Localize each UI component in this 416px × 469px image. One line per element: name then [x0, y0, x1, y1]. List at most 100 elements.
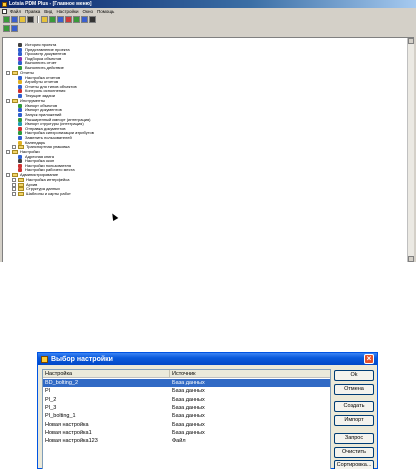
window-icon[interactable] — [81, 16, 88, 23]
menu-settings[interactable]: Настройки — [56, 9, 78, 14]
app-icon — [2, 1, 7, 7]
scroll-up-arrow-icon[interactable] — [408, 38, 414, 44]
menu-item-icon — [18, 131, 22, 136]
expand-toggle-icon[interactable] — [12, 187, 16, 192]
cancel-button[interactable]: Отмена — [334, 384, 374, 395]
import-button[interactable]: Импорт — [334, 415, 374, 426]
tree-folder[interactable]: Настройка интерфейса — [12, 177, 69, 183]
menu-item-icon — [18, 61, 22, 66]
folder-icon — [18, 178, 24, 183]
folder-icon — [12, 99, 18, 104]
main-toolbar — [1, 15, 97, 24]
menu-item-icon — [18, 43, 22, 48]
refresh-icon[interactable] — [73, 16, 80, 23]
table-row[interactable]: PI База данных — [43, 387, 330, 395]
folder-icon[interactable] — [19, 16, 26, 23]
menu-window[interactable]: Окно — [83, 9, 93, 14]
secondary-toolbar — [1, 24, 19, 33]
scroll-down-arrow-icon[interactable] — [408, 256, 414, 262]
select-settings-dialog: Выбор настройки × Настройка Источник BD_… — [37, 352, 378, 469]
expand-toggle-icon[interactable] — [6, 99, 10, 104]
expand-toggle-icon[interactable] — [6, 173, 10, 178]
dialog-title: Выбор настройки — [51, 355, 113, 363]
open-folder-icon[interactable] — [41, 16, 48, 23]
menu-file[interactable]: Файл — [10, 9, 21, 14]
clear-button[interactable]: Очистить — [334, 447, 374, 458]
source-cell: База данных — [172, 429, 205, 436]
source-cell: Файл — [172, 438, 186, 445]
new-object-icon[interactable] — [3, 16, 10, 23]
folder-icon — [18, 187, 24, 192]
window-title: Lotsia PDM Plus - [Главное меню] — [9, 1, 92, 7]
dialog-app-icon — [41, 355, 48, 363]
main-window: Lotsia PDM Plus - [Главное меню] Файл Пр… — [0, 0, 416, 262]
vertical-scrollbar[interactable] — [407, 38, 414, 262]
expand-toggle-icon[interactable] — [12, 145, 16, 150]
title-bar: Lotsia PDM Plus - [Главное меню] — [0, 0, 416, 8]
table-row[interactable]: Новая настройка База данных — [43, 421, 330, 429]
tools-icon[interactable] — [89, 16, 96, 23]
table-row[interactable]: Новая настройка123 Файл — [43, 437, 330, 445]
expand-toggle-icon[interactable] — [12, 178, 16, 183]
table-row[interactable]: PI_bolting_1 База данных — [43, 412, 330, 420]
request-button[interactable]: Запрос — [334, 433, 374, 444]
setting-name-cell: PI_2 — [45, 396, 57, 403]
toolbar-separator — [37, 16, 39, 23]
table-row[interactable]: PI_3 База данных — [43, 404, 330, 412]
setting-name-cell: BD_bolting_2 — [45, 380, 79, 386]
expand-toggle-icon[interactable] — [12, 192, 16, 197]
navigate-icon[interactable] — [3, 25, 10, 32]
document-icon[interactable] — [2, 9, 7, 14]
folder-icon — [12, 150, 18, 155]
setting-name-cell: Новая настройка1 — [45, 429, 92, 436]
filter-icon[interactable] — [11, 25, 18, 32]
setting-name-cell: Новая настройка123 — [45, 438, 98, 445]
setting-name-cell: PI_bolting_1 — [45, 413, 76, 420]
dialog-title-bar: Выбор настройки × — [38, 353, 377, 365]
folder-icon — [12, 71, 18, 76]
menu-help[interactable]: Помощь — [97, 9, 114, 14]
users-icon[interactable] — [57, 16, 64, 23]
ok-button[interactable]: Ok — [334, 370, 374, 381]
settings-list[interactable]: Настройка Источник BD_bolting_2 База данн… — [42, 369, 331, 469]
list-header: Настройка Источник — [43, 370, 330, 378]
menu-item-icon — [18, 159, 22, 164]
tree-icon[interactable] — [49, 16, 56, 23]
source-cell: База данных — [172, 413, 205, 420]
setting-name-cell: Новая настройка — [45, 421, 89, 428]
table-row[interactable]: Новая настройка1 База данных — [43, 429, 330, 437]
menu-bar: Файл Правка Вид Настройки Окно Помощь — [0, 8, 416, 15]
source-cell: База данных — [172, 388, 205, 395]
menu-edit[interactable]: Правка — [25, 9, 40, 14]
menu-item-icon — [18, 113, 22, 118]
print-icon[interactable] — [27, 16, 34, 23]
menu-item-icon — [18, 136, 22, 141]
folder-icon — [12, 173, 18, 178]
expand-toggle-icon[interactable] — [6, 71, 10, 76]
sort-button[interactable]: Сортировка... — [334, 460, 374, 469]
setting-name-cell: PI — [45, 388, 51, 395]
create-button[interactable]: Создать — [334, 401, 374, 412]
menu-item-icon — [18, 89, 22, 94]
setting-name-cell: PI_3 — [45, 404, 57, 411]
menu-item-icon — [18, 80, 22, 85]
menu-item-icon — [18, 108, 22, 113]
open-icon[interactable] — [11, 16, 18, 23]
report-icon[interactable] — [65, 16, 72, 23]
source-cell: База данных — [172, 404, 205, 411]
menu-item-icon — [18, 52, 22, 57]
close-icon[interactable]: × — [364, 354, 374, 364]
folder-icon — [18, 192, 24, 197]
menu-view[interactable]: Вид — [44, 9, 52, 14]
main-menu-tree: История проекта Представление проекта Прос… — [2, 37, 414, 262]
column-header-setting[interactable]: Настройка — [43, 370, 170, 378]
menu-item-icon — [18, 122, 22, 127]
expand-toggle-icon[interactable] — [6, 150, 10, 155]
table-row[interactable]: BD_bolting_2 База данных — [43, 379, 330, 388]
source-cell: База данных — [172, 421, 205, 428]
table-row[interactable]: PI_2 База данных — [43, 396, 330, 404]
source-cell: База данных — [172, 396, 205, 403]
tree-folder[interactable]: Шаблоны и карты работ — [12, 191, 71, 197]
tree-item-label: Шаблоны и карты работ — [26, 191, 71, 196]
column-header-source[interactable]: Источник — [170, 370, 330, 378]
